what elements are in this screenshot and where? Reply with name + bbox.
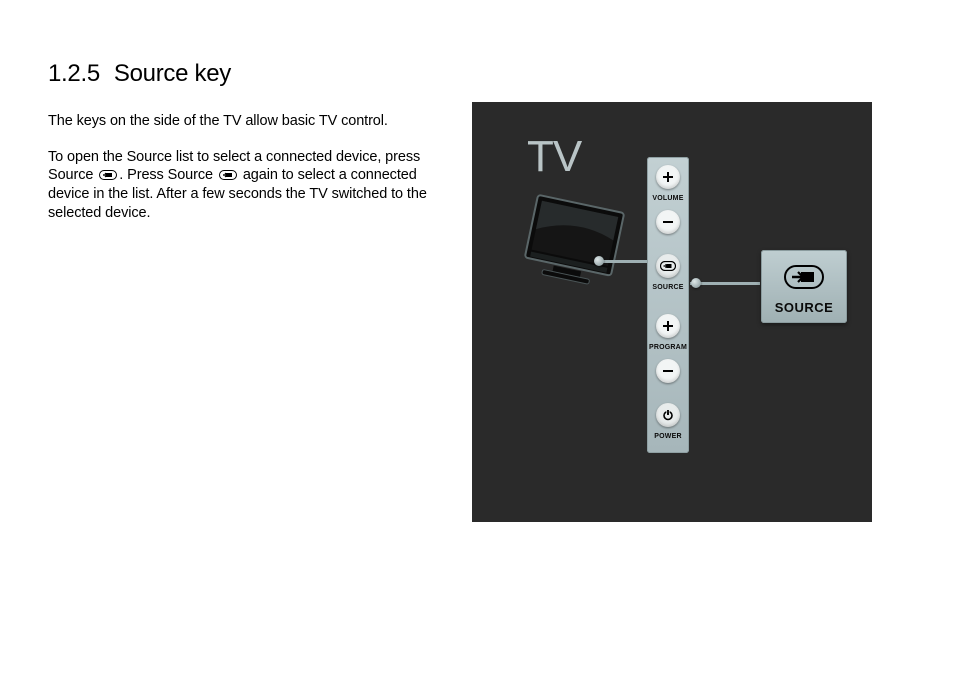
source-icon xyxy=(99,167,117,185)
power-label: POWER xyxy=(654,433,681,440)
source-label: SOURCE xyxy=(652,284,683,291)
section-title: Source key xyxy=(114,60,231,87)
source-icon xyxy=(219,167,237,185)
side-button-strip: VOLUME SOURCE PROGRAM xyxy=(647,157,689,453)
source-callout: SOURCE xyxy=(761,250,847,323)
power-button[interactable] xyxy=(656,403,680,427)
instruction-paragraph: To open the Source list to select a conn… xyxy=(48,148,448,222)
figure-column: TV xyxy=(472,102,872,522)
source-callout-label: SOURCE xyxy=(775,300,834,315)
intro-paragraph: The keys on the side of the TV allow bas… xyxy=(48,112,448,130)
tv-controls-figure: TV xyxy=(472,102,872,522)
connector-dot xyxy=(594,256,604,266)
text-column: 1.2.5 Source key The keys on the side of … xyxy=(48,60,448,522)
tv-label: TV xyxy=(527,132,581,182)
volume-up-button[interactable] xyxy=(656,165,680,189)
section-heading: 1.2.5 Source key xyxy=(48,60,448,88)
source-icon xyxy=(782,262,826,292)
manual-page: 1.2.5 Source key The keys on the side of … xyxy=(0,0,954,562)
volume-label: VOLUME xyxy=(652,195,683,202)
program-down-button[interactable] xyxy=(656,359,680,383)
connector-line xyxy=(600,260,650,263)
connector-dot xyxy=(691,278,701,288)
section-number: 1.2.5 xyxy=(48,60,100,88)
program-label: PROGRAM xyxy=(649,344,687,351)
tv-illustration-icon xyxy=(512,192,627,307)
volume-down-button[interactable] xyxy=(656,210,680,234)
source-button[interactable] xyxy=(656,254,680,278)
program-up-button[interactable] xyxy=(656,314,680,338)
